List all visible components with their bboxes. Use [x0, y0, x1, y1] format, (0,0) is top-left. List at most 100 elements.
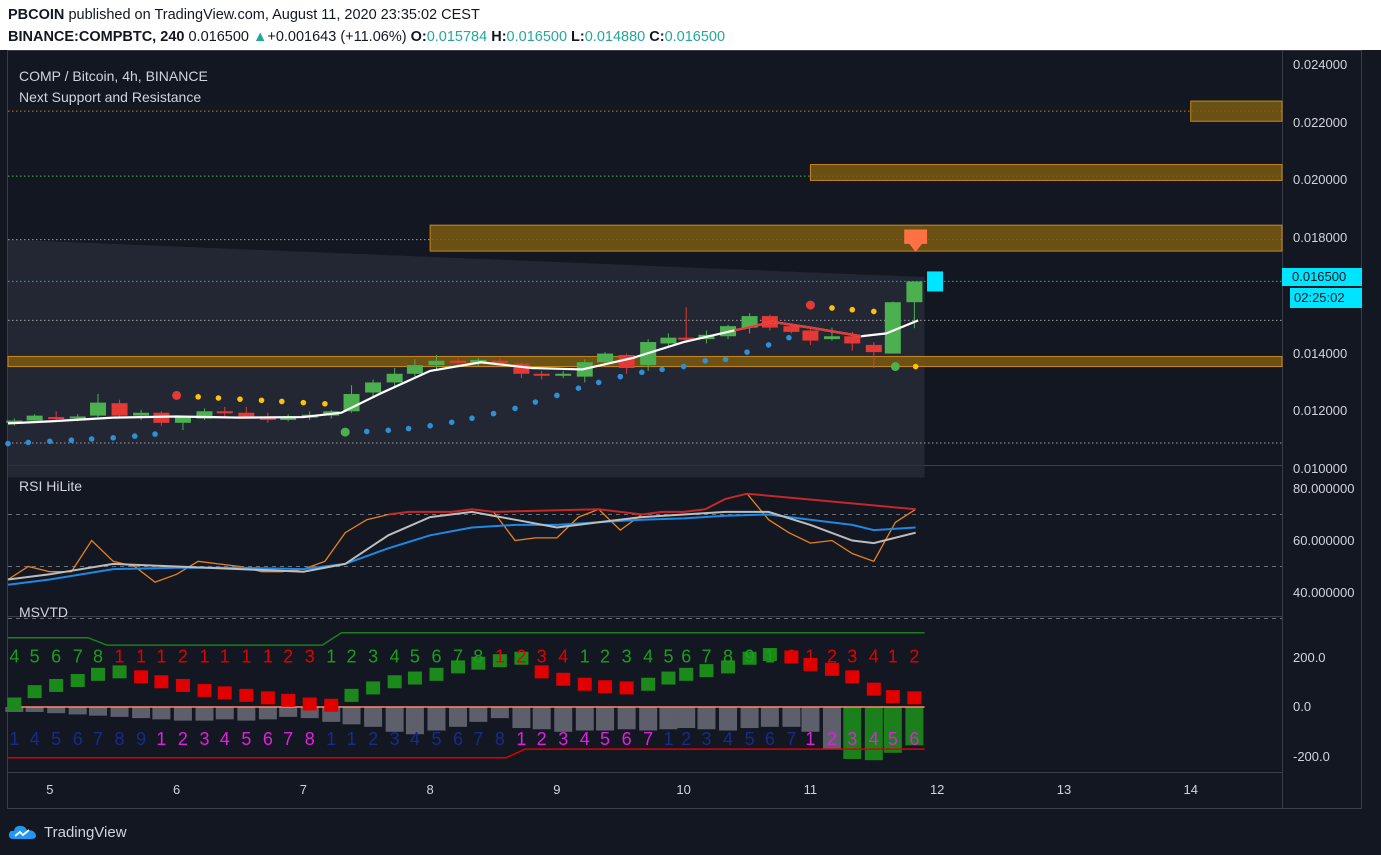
candle-body — [69, 416, 86, 419]
psar-dot — [595, 379, 602, 386]
candle-body — [111, 403, 128, 416]
close-label: C: — [649, 29, 665, 45]
msvtd-top-bar — [49, 678, 64, 692]
main-pane-subtitle: Next Support and Resistance — [19, 89, 202, 105]
time-tick-label[interactable]: 11 — [804, 782, 818, 797]
price-tick-label[interactable]: 0.012000 — [1293, 403, 1347, 418]
rsi-tick-label[interactable]: 80.000000 — [1293, 481, 1354, 496]
psar-dot — [300, 399, 307, 406]
msvtd-down-bar — [385, 707, 404, 732]
msvtd-top-count: 1 — [580, 646, 590, 666]
last-price-marker — [927, 271, 944, 292]
msvtd-top-count: 1 — [115, 646, 125, 666]
msvtd-top-count: 5 — [663, 646, 673, 666]
low-label: L: — [571, 29, 585, 45]
msvtd-down-bar — [364, 707, 383, 727]
candle-body — [802, 330, 819, 341]
candle-body — [597, 353, 614, 363]
msvtd-top-bar — [429, 667, 444, 681]
price-tick-label[interactable]: 0.020000 — [1293, 172, 1347, 187]
candle-body — [90, 402, 107, 416]
msvtd-top-bar — [387, 675, 402, 689]
msvtd-bottom-count: 4 — [580, 729, 590, 749]
msvtd-tick-label[interactable]: -200.0 — [1293, 749, 1330, 764]
psar-flip-marker — [340, 427, 350, 437]
msvtd-bottom-count: 3 — [847, 729, 857, 749]
candle-body — [555, 373, 572, 376]
psar-flip-marker — [805, 300, 815, 310]
msvtd-top-bar — [556, 672, 571, 686]
psar-dot — [532, 399, 539, 405]
psar-dot — [702, 357, 709, 364]
psar-flip-marker — [172, 390, 182, 400]
msvtd-tick-label[interactable]: 200.0 — [1293, 650, 1326, 665]
open-value: 0.015784 — [426, 29, 488, 45]
time-tick-label[interactable]: 12 — [930, 782, 944, 797]
rsi-tick-label[interactable]: 40.000000 — [1293, 585, 1354, 600]
msvtd-top-count: 1 — [136, 646, 146, 666]
msvtd-top-count: 1 — [495, 646, 505, 666]
msvtd-top-count: 6 — [51, 646, 61, 666]
tradingview-cloud-icon — [8, 825, 36, 839]
time-tick-label[interactable]: 13 — [1057, 782, 1071, 797]
time-tick-label[interactable]: 9 — [553, 782, 560, 797]
tradingview-logo[interactable]: TradingView — [8, 823, 127, 841]
publish-header: PBCOIN published on TradingView.com, Aug… — [0, 0, 1381, 50]
msvtd-down-bar — [258, 707, 277, 720]
rsi-tick-label[interactable]: 60.000000 — [1293, 533, 1354, 548]
msvtd-down-bar — [89, 707, 108, 716]
price-tick-label[interactable]: 0.024000 — [1293, 57, 1347, 72]
psar-dot — [427, 422, 433, 429]
time-tick-label[interactable]: 10 — [676, 782, 690, 797]
msvtd-bottom-count: 3 — [199, 729, 209, 749]
footer: TradingView — [0, 810, 1381, 855]
time-tick-label[interactable]: 8 — [427, 782, 434, 797]
msvtd-down-bar — [617, 707, 636, 730]
price-tick-label[interactable]: 0.010000 — [1293, 461, 1347, 476]
msvtd-top-count: 4 — [869, 646, 879, 666]
msvtd-down-bar — [575, 707, 594, 731]
psar-dot — [639, 369, 645, 376]
msvtd-down-bar — [68, 707, 87, 715]
msvtd-top-bar — [344, 688, 359, 702]
msvtd-down-bar — [237, 707, 256, 721]
msvtd-down-bar — [215, 707, 234, 720]
msvtd-top-bar — [197, 683, 212, 697]
msvtd-bottom-count: 2 — [368, 729, 378, 749]
msvtd-top-count: 1 — [765, 646, 775, 666]
msvtd-bottom-count: 1 — [156, 729, 166, 749]
psar-dot — [659, 366, 665, 373]
msvtd-top-bar — [302, 697, 317, 711]
publisher-name[interactable]: PBCOIN — [8, 7, 64, 23]
msvtd-top-bar — [407, 671, 422, 685]
rsi-overbought-hilite — [388, 492, 916, 516]
msvtd-bottom-count: 2 — [537, 729, 547, 749]
msvtd-top-bar — [619, 681, 634, 695]
time-tick-label[interactable]: 5 — [46, 782, 53, 797]
psar-dot — [363, 428, 370, 435]
msvtd-bottom-count: 1 — [347, 729, 357, 749]
price-tick-label[interactable]: 0.018000 — [1293, 230, 1347, 245]
time-tick-label[interactable]: 6 — [173, 782, 180, 797]
chart-canvas[interactable]: 4567811121111231234567812341234567891212… — [0, 50, 1381, 810]
change-arrow-icon: ▲ — [253, 29, 268, 45]
time-tick-label[interactable]: 7 — [300, 782, 307, 797]
candle-body — [823, 336, 840, 340]
msvtd-bottom-count: 2 — [681, 729, 691, 749]
msvtd-top-bar — [27, 685, 42, 699]
candle-body — [26, 415, 43, 421]
msvtd-down-bar — [110, 707, 129, 717]
msvtd-top-count: 1 — [199, 646, 209, 666]
msvtd-top-bar — [70, 674, 85, 688]
time-tick-label[interactable]: 14 — [1183, 782, 1197, 797]
psar-dot — [237, 396, 243, 402]
msvtd-top-count: 3 — [622, 646, 632, 666]
symbol-label[interactable]: BINANCE:COMPBTC, — [8, 29, 156, 45]
msvtd-lower-step-line — [8, 748, 925, 759]
price-tick-label[interactable]: 0.022000 — [1293, 115, 1347, 130]
price-tick-label[interactable]: 0.014000 — [1293, 346, 1347, 361]
psar-dot — [322, 400, 328, 407]
psar-dot — [786, 334, 792, 341]
msvtd-top-count: 8 — [93, 646, 103, 666]
msvtd-tick-label[interactable]: 0.0 — [1293, 699, 1311, 714]
